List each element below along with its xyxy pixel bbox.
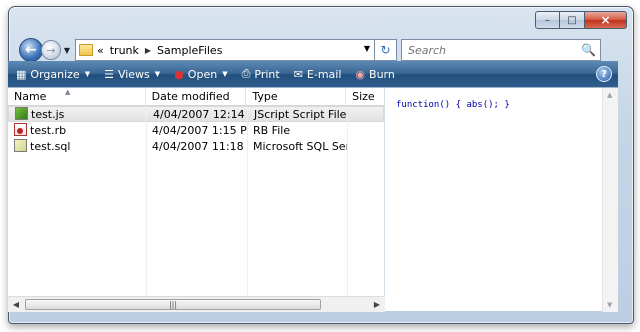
- column-divider: [347, 106, 348, 296]
- file-list[interactable]: Name ▲ Date modified Type Size test.js 4…: [8, 88, 385, 312]
- column-type-label: Type: [252, 90, 278, 103]
- burn-button[interactable]: ◉ Burn: [355, 68, 394, 81]
- help-icon: ?: [601, 68, 607, 80]
- refresh-button[interactable]: ↻: [375, 39, 397, 61]
- chevron-down-icon: ▼: [154, 70, 161, 78]
- preview-code: function() { abs(); }: [396, 100, 510, 110]
- search-box[interactable]: 🔍: [401, 39, 601, 61]
- preview-pane: function() { abs(); }: [386, 88, 602, 312]
- breadcrumb-samplefiles[interactable]: SampleFiles: [157, 44, 222, 57]
- file-name: test.js: [31, 108, 65, 121]
- scroll-thumb[interactable]: |||: [25, 299, 321, 310]
- sort-ascending-icon: ▲: [65, 88, 71, 96]
- email-icon: ✉: [293, 67, 303, 81]
- sql-file-icon: [14, 139, 27, 152]
- views-icon: ☰: [104, 67, 114, 81]
- maximize-button[interactable]: □: [560, 11, 585, 29]
- email-label: E-mail: [306, 67, 342, 81]
- file-row-test-rb[interactable]: test.rb 4/04/2007 1:15 PM RB File: [8, 122, 384, 138]
- file-row-test-js[interactable]: test.js 4/04/2007 12:14 PM JScript Scrip…: [8, 106, 384, 122]
- back-arrow-icon: ←: [25, 42, 37, 58]
- breadcrumb-separator-icon[interactable]: ▶: [145, 46, 151, 55]
- address-bar[interactable]: « trunk ▶ SampleFiles ▼: [75, 39, 375, 61]
- back-button[interactable]: ←: [19, 38, 43, 62]
- open-button[interactable]: ● Open ▼: [174, 68, 227, 81]
- refresh-icon: ↻: [380, 43, 391, 57]
- file-type: RB File: [253, 123, 291, 137]
- chevron-down-icon: ▼: [222, 70, 228, 78]
- search-icon[interactable]: 🔍: [581, 43, 596, 57]
- scroll-left-icon[interactable]: ◀: [8, 300, 24, 309]
- scroll-up-icon[interactable]: ▲: [607, 91, 612, 99]
- file-date: 4/04/2007 1:15 PM: [152, 123, 247, 137]
- forward-button[interactable]: →: [41, 40, 61, 60]
- close-button[interactable]: ×: [585, 11, 627, 29]
- column-type[interactable]: Type: [246, 88, 347, 106]
- ruby-file-icon: [14, 123, 27, 136]
- column-name-label: Name: [14, 90, 47, 103]
- scroll-down-icon[interactable]: ▼: [607, 301, 612, 309]
- breadcrumb-trunk[interactable]: trunk: [110, 44, 139, 57]
- horizontal-scrollbar[interactable]: ◀ ||| ▶: [8, 296, 385, 312]
- vertical-scrollbar[interactable]: ▲ ▼: [602, 88, 618, 312]
- views-button[interactable]: ☰ Views ▼: [104, 68, 160, 81]
- file-name: test.sql: [30, 140, 71, 153]
- open-label: Open: [187, 67, 218, 81]
- chevron-down-icon: ▼: [84, 70, 91, 78]
- print-label: Print: [254, 67, 280, 81]
- search-input[interactable]: [408, 43, 568, 57]
- file-name: test.rb: [30, 124, 67, 137]
- address-dropdown-icon[interactable]: ▼: [364, 44, 370, 53]
- column-name[interactable]: Name ▲: [8, 88, 146, 106]
- column-date-label: Date modified: [151, 90, 230, 103]
- scroll-right-icon[interactable]: ▶: [369, 300, 385, 309]
- file-type: JScript Script File: [254, 107, 347, 121]
- breadcrumb-overflow[interactable]: «: [97, 44, 104, 57]
- folder-icon: [79, 44, 93, 56]
- column-size-label: Size: [352, 90, 375, 103]
- column-date-modified[interactable]: Date modified: [146, 88, 247, 106]
- column-divider: [146, 106, 147, 296]
- help-button[interactable]: ?: [596, 66, 612, 82]
- command-toolbar: ▦ Organize ▼ ☰ Views ▼ ● Open ▼ ⎙ Print …: [8, 61, 618, 87]
- organize-button[interactable]: ▦ Organize ▼: [16, 68, 90, 81]
- email-button[interactable]: ✉ E-mail: [294, 68, 342, 81]
- print-button[interactable]: ⎙ Print: [242, 67, 280, 81]
- burn-icon: ◉: [355, 67, 366, 81]
- burn-label: Burn: [369, 67, 395, 81]
- print-icon: ⎙: [241, 67, 251, 80]
- column-size[interactable]: Size: [346, 88, 384, 106]
- file-row-test-sql[interactable]: test.sql 4/04/2007 11:18 AM Microsoft SQ…: [8, 138, 384, 154]
- file-date: 4/04/2007 12:14 PM: [153, 107, 248, 121]
- minimize-button[interactable]: –: [535, 11, 560, 29]
- file-date: 4/04/2007 11:18 AM: [152, 139, 247, 153]
- file-type: Microsoft SQL Ser...: [253, 139, 347, 153]
- recent-pages-dropdown[interactable]: ▼: [61, 46, 73, 55]
- column-header: Name ▲ Date modified Type Size: [8, 88, 384, 106]
- views-label: Views: [117, 67, 150, 81]
- open-icon: ●: [174, 67, 184, 81]
- organize-label: Organize: [30, 67, 80, 81]
- jscript-file-icon: [15, 107, 28, 120]
- caption-buttons: – □ ×: [535, 11, 627, 29]
- column-divider: [247, 106, 248, 296]
- organize-icon: ▦: [16, 67, 27, 81]
- chevron-down-icon: ▼: [63, 45, 71, 55]
- content-area: Name ▲ Date modified Type Size test.js 4…: [8, 87, 618, 312]
- forward-arrow-icon: →: [46, 43, 56, 57]
- address-row: ← → ▼ « trunk ▶ SampleFiles ▼ ↻ 🔍: [19, 37, 625, 63]
